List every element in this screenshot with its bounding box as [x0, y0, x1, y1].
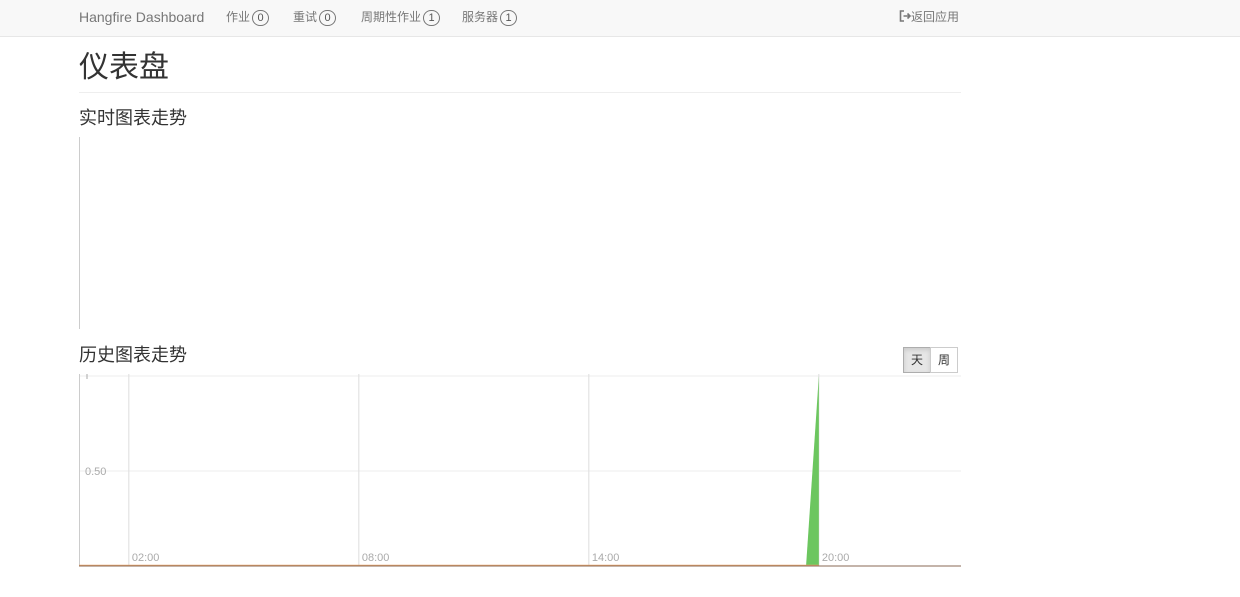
nav-item-servers[interactable]: 服务器 1	[462, 9, 518, 26]
realtime-heading: 实时图表走势	[79, 108, 187, 128]
week-range-button[interactable]: 周	[930, 347, 958, 373]
range-button-group: 天 周	[903, 347, 958, 373]
x-tick-label: 14:00	[592, 552, 620, 564]
nav-item-label: 重试	[293, 10, 318, 24]
nav-item-label: 作业	[226, 10, 251, 24]
count-badge: 1	[500, 9, 518, 26]
nav-item-jobs[interactable]: 作业 0	[226, 9, 270, 26]
count-badge: 0	[319, 9, 337, 26]
brand-link[interactable]: Hangfire Dashboard	[79, 9, 204, 25]
x-tick-label: 08:00	[362, 552, 390, 564]
nav-item-recurring-jobs[interactable]: 周期性作业 1	[361, 9, 441, 26]
x-tick-label: 20:00	[822, 552, 850, 564]
history-chart: 02:00 08:00 14:00 20:00 0.50	[79, 374, 961, 567]
y-tick-label: 0.50	[85, 466, 106, 478]
nav-item-label: 服务器	[462, 10, 499, 24]
day-range-button[interactable]: 天	[903, 347, 931, 373]
history-heading: 历史图表走势	[79, 345, 187, 365]
page-title: 仪表盘	[79, 51, 169, 84]
realtime-chart	[79, 137, 961, 329]
title-divider	[79, 92, 961, 93]
x-tick-label: 02:00	[132, 552, 160, 564]
back-to-app-link[interactable]: 返回应用	[899, 9, 959, 25]
nav-item-label: 周期性作业	[361, 10, 422, 24]
back-to-app-label: 返回应用	[911, 10, 960, 24]
nav-item-retries[interactable]: 重试 0	[293, 9, 337, 26]
count-badge: 1	[423, 9, 441, 26]
count-badge: 0	[252, 9, 270, 26]
sign-out-icon	[899, 10, 911, 22]
navbar: Hangfire Dashboard 作业 0 重试 0 周期性作业 1 服务器 1 返…	[0, 0, 1240, 37]
